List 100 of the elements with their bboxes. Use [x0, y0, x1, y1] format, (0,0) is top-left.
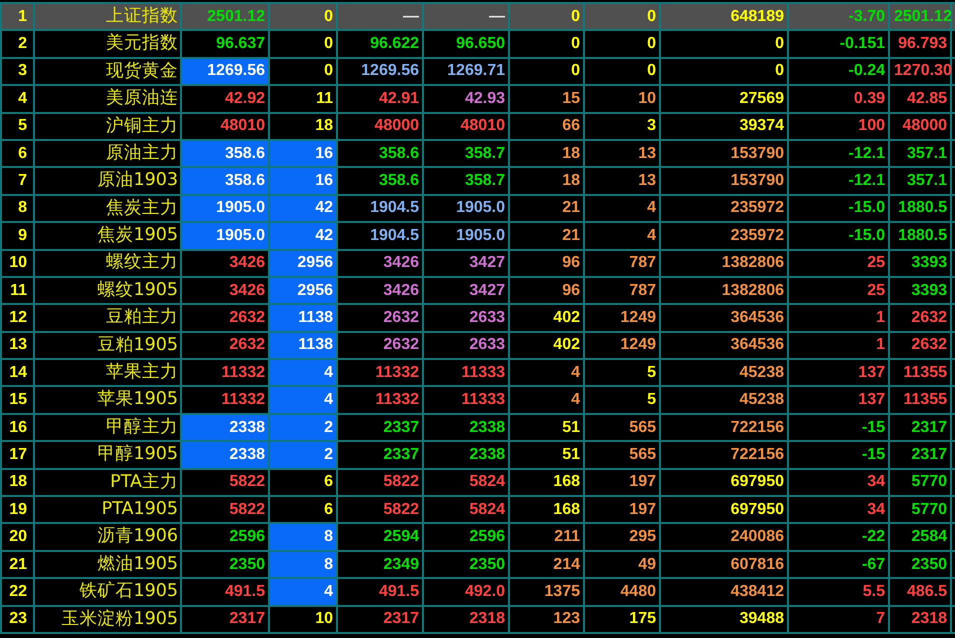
quote-value: 2633 [469, 310, 505, 326]
quote-value: 1138 [298, 310, 333, 326]
quote-row[interactable]: 15 苹果1905 11332 4 11332 11333 4 5 45238 137 11355 [1, 386, 955, 414]
quote-value: 5770 [911, 474, 947, 490]
quote-value: 11 [316, 90, 333, 107]
quote-value: 42 [315, 228, 333, 244]
quote-value: 364536 [730, 337, 784, 354]
quote-value: 11333 [461, 392, 505, 408]
quote-value: 3393 [911, 282, 947, 299]
row-number: 16 [1, 414, 34, 442]
quote-value: 1375 [544, 584, 580, 600]
quote-value: -12.1 [848, 146, 885, 162]
instrument-name: 沪铜主力 [34, 112, 181, 140]
quote-row[interactable]: 11 螺纹1905 3426 2956 3426 3427 96 787 1382806 25 3393 [1, 276, 955, 304]
quote-row[interactable]: 18 PTA主力 5822 6 5822 5824 168 197 697950 34 5770 [1, 468, 955, 496]
quote-value: — [489, 8, 505, 25]
quote-value: 3426 [229, 255, 265, 272]
quote-value: 4 [324, 584, 333, 600]
quote-value: 4480 [620, 584, 656, 600]
quote-row[interactable]: 20 沥青1906 2596 8 2594 2596 211 295 240086 -22 2584 [1, 523, 955, 551]
quote-value: 1880.5 [898, 228, 947, 244]
quote-value: 0 [775, 63, 784, 80]
quote-row[interactable]: 16 甲醇主力 2338 2 2337 2338 51 565 722156 -15 2317 [1, 414, 955, 442]
quote-row[interactable]: 10 螺纹主力 3426 2956 3426 3427 96 787 1382806 25 3393 [1, 250, 955, 277]
quote-row[interactable]: 5 沪铜主力 48010 18 48000 48010 66 3 39374 100 48000 [1, 112, 955, 140]
quote-value: 11355 [903, 364, 947, 381]
quote-value: 1269.71 [447, 63, 505, 80]
quote-value: 2594 [383, 529, 419, 546]
instrument-name: 上证指数 [34, 3, 181, 30]
quote-row[interactable]: 9 焦炭1905 1905.0 42 1904.5 1905.0 21 4 235972 -15.0 1880.5 [1, 222, 955, 250]
quote-value: 10 [638, 90, 656, 107]
quote-value: 96.637 [216, 36, 265, 52]
quote-value: 45238 [740, 364, 784, 381]
row-number: 7 [1, 167, 34, 195]
quote-row[interactable]: 13 豆粕1905 2632 1138 2632 2633 402 1249 364536 1 2632 [1, 332, 955, 360]
quote-value: 96 [562, 255, 580, 272]
quote-value: 4 [571, 392, 580, 408]
quote-row[interactable]: 3 现货黄金 1269.56 0 1269.56 1269.71 0 0 0 -0.24 1270.30 [1, 58, 955, 86]
instrument-name: 铁矿石1905 [34, 578, 181, 606]
instrument-name: 现货黄金 [34, 58, 181, 86]
quote-value: 240086 [730, 529, 784, 546]
quote-value: 2 [324, 446, 333, 463]
quote-row[interactable]: 1 上证指数 2501.12 0 — — 0 0 648189 -3.70 2501.12 [1, 3, 955, 30]
quote-value: 5770 [911, 502, 947, 518]
row-number: 13 [1, 332, 34, 360]
quote-value: 364536 [730, 310, 784, 326]
quote-value: 0 [324, 36, 333, 52]
quote-value: 18 [562, 146, 580, 162]
quote-value: 42.93 [464, 90, 505, 107]
quote-value: 2501.12 [894, 8, 952, 25]
instrument-name: 豆粕1905 [34, 332, 181, 360]
quote-value: -15 [862, 420, 885, 436]
quote-value: 2317 [229, 611, 265, 628]
quote-value: 0 [571, 8, 580, 25]
quote-row[interactable]: 12 豆粕主力 2632 1138 2632 2633 402 1249 364536 1 2632 [1, 304, 955, 332]
quote-value: 100 [858, 118, 885, 134]
quote-value: 358.6 [378, 146, 419, 162]
quote-value: 16 [315, 173, 333, 190]
quote-row[interactable]: 14 苹果主力 11332 4 11332 11333 4 5 45238 137 11355 [1, 359, 955, 386]
instrument-name: 焦炭1905 [34, 222, 181, 250]
quote-value: 168 [553, 474, 580, 490]
quote-value: 197 [629, 502, 656, 518]
quote-value: 2317 [911, 420, 947, 436]
quote-row[interactable]: 21 燃油1905 2350 8 2349 2350 214 49 607816 -67 2350 [1, 550, 955, 578]
row-number: 14 [1, 359, 34, 386]
quote-row[interactable]: 17 甲醇1905 2338 2 2337 2338 51 565 722156 -15 2317 [1, 441, 955, 469]
quote-value: 607816 [730, 556, 784, 572]
quote-row[interactable]: 4 美原油连 42.92 11 42.91 42.93 15 10 27569 0.39 42.85 [1, 85, 955, 113]
quote-row[interactable]: 7 原油1903 358.6 16 358.6 358.7 18 13 153790 -12.1 357.1 [1, 167, 955, 195]
row-number: 8 [1, 194, 34, 222]
quote-value: 1904.5 [370, 228, 419, 244]
quote-row[interactable]: 23 玉米淀粉1905 2317 10 2317 2318 123 175 39488 7 2318 [1, 606, 955, 633]
quote-value: 295 [629, 529, 656, 546]
quote-row[interactable]: 6 原油主力 358.6 16 358.6 358.7 18 13 153790 -12.1 357.1 [1, 140, 955, 168]
quote-value: 1 [876, 310, 885, 326]
row-number: 21 [1, 550, 34, 578]
quote-value: 358.6 [224, 173, 265, 190]
quote-value: 438412 [730, 584, 784, 600]
instrument-name: 苹果1905 [34, 386, 181, 414]
quote-value: 3426 [383, 255, 419, 272]
quote-value: 5822 [229, 474, 265, 490]
instrument-name: 螺纹1905 [34, 276, 181, 304]
row-number: 12 [1, 304, 34, 332]
instrument-name: 原油主力 [34, 140, 181, 168]
row-number: 15 [1, 386, 34, 414]
quote-value: 15 [562, 90, 580, 107]
quote-value: 18 [315, 118, 333, 134]
quote-value: 11333 [461, 364, 505, 381]
quote-row[interactable]: 19 PTA1905 5822 6 5822 5824 168 197 697950 34 5770 [1, 496, 955, 524]
quote-row[interactable]: 2 美元指数 96.637 0 96.622 96.650 0 0 0 -0.151 96.793 [1, 30, 955, 58]
quote-value: -3.70 [848, 8, 885, 25]
instrument-name: 玉米淀粉1905 [34, 606, 181, 633]
quote-row[interactable]: 8 焦炭主力 1905.0 42 1904.5 1905.0 21 4 235972 -15.0 1880.5 [1, 194, 955, 222]
quote-value: 1269.56 [207, 63, 265, 80]
quote-value: 3426 [383, 282, 419, 299]
quote-value: 5822 [383, 474, 419, 490]
quote-row[interactable]: 22 铁矿石1905 491.5 4 491.5 492.0 1375 4480 438412 5.5 486.5 [1, 578, 955, 606]
quote-value: 722156 [730, 420, 784, 436]
instrument-name: 螺纹主力 [34, 250, 181, 277]
instrument-name: 豆粕主力 [34, 304, 181, 332]
